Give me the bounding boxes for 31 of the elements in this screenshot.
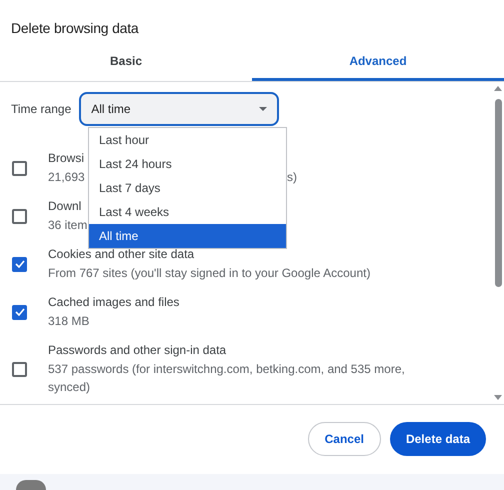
checkbox[interactable] (12, 256, 27, 272)
scroll-down-icon[interactable] (494, 395, 502, 400)
cancel-button[interactable]: Cancel (308, 422, 381, 456)
scroll-up-icon[interactable] (494, 86, 502, 91)
item-description: 318 MB (48, 313, 90, 330)
checkbox[interactable] (12, 208, 27, 224)
item-description: 21,693 (48, 169, 85, 186)
scrollbar-thumb[interactable] (494, 99, 502, 287)
checkbox[interactable] (12, 362, 27, 376)
avatar (16, 480, 46, 490)
checkbox[interactable] (12, 160, 27, 176)
item-description: From 767 sites (you'll stay signed in to your Google Account) (48, 265, 370, 282)
checkbox[interactable] (12, 304, 27, 320)
item-title: Cached images and files (48, 294, 180, 310)
tab[interactable]: Advanced (252, 45, 504, 81)
item-description: 537 passwords (for interswitchng.com, betking.com, and 535 more, synced) (48, 361, 406, 396)
time-range-dropdown[interactable]: All time (79, 92, 280, 126)
item-title: Cookies and other site data (48, 246, 194, 262)
delete-button[interactable]: Delete data (390, 422, 486, 456)
time-range-label: Time range (11, 102, 72, 116)
item-title: Passwords and other sign-in data (48, 342, 226, 358)
check-icon (14, 308, 24, 316)
menu-option[interactable]: All time (89, 224, 286, 248)
check-icon (14, 260, 24, 268)
item-title: Browsi (48, 150, 84, 166)
dialog-title: Delete browsing data (10, 19, 140, 38)
caret-icon (259, 107, 268, 111)
tab[interactable]: Basic (0, 45, 252, 81)
item-title: Downl (48, 198, 82, 214)
item-description: s) (287, 169, 297, 186)
item-description: 36 item (48, 217, 88, 234)
